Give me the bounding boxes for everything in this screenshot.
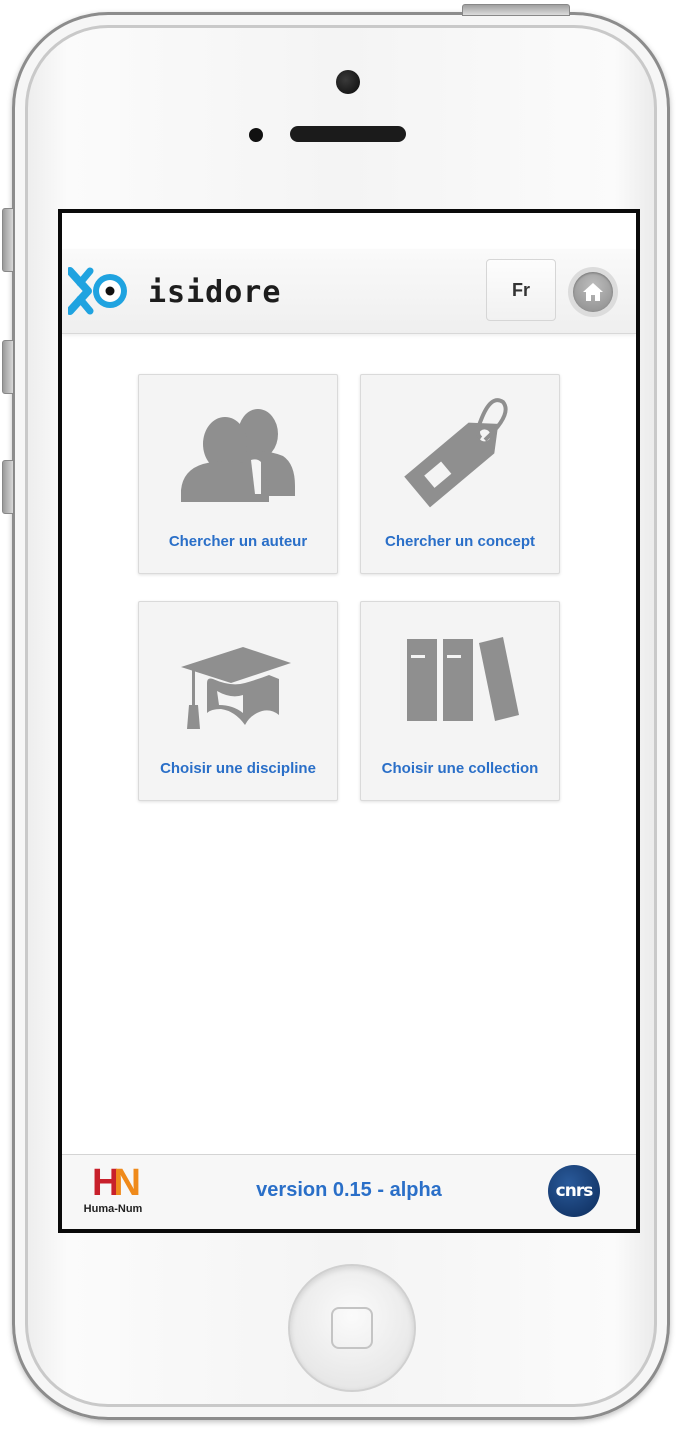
tag-icon [404, 398, 508, 508]
app-header: isidore Fr [62, 249, 636, 334]
app-viewport: isidore Fr Chercher un auteur Chercher u… [62, 213, 636, 1229]
status-bar [62, 213, 636, 249]
home-button-square-icon [331, 1307, 373, 1349]
choose-discipline-tile[interactable]: Choisir une discipline [138, 601, 338, 801]
search-author-label: Chercher un auteur [168, 533, 308, 550]
mute-switch [2, 208, 14, 272]
volume-up-button [2, 340, 14, 394]
cnrs-logo[interactable]: cnrs [548, 1165, 600, 1217]
isidore-logo-icon[interactable] [68, 267, 132, 315]
home-icon [583, 283, 603, 301]
app-title: isidore [148, 275, 282, 310]
search-concept-label: Chercher un concept [384, 533, 536, 550]
earpiece-speaker [290, 126, 406, 142]
search-concept-tile[interactable]: Chercher un concept [360, 374, 560, 574]
power-button [462, 4, 570, 16]
choose-discipline-label: Choisir une discipline [160, 760, 316, 777]
phone-screen: isidore Fr Chercher un auteur Chercher u… [58, 209, 640, 1233]
proximity-sensor [249, 128, 263, 142]
search-author-tile[interactable]: Chercher un auteur [138, 374, 338, 574]
hardware-home-button[interactable] [288, 1264, 416, 1392]
home-button[interactable] [568, 267, 618, 317]
choose-collection-label: Choisir une collection [381, 760, 539, 777]
front-camera [336, 70, 360, 94]
choose-collection-tile[interactable]: Choisir une collection [360, 601, 560, 801]
books-icon [407, 637, 519, 721]
language-button[interactable]: Fr [486, 259, 556, 321]
users-icon [181, 409, 295, 502]
huma-num-text: Huma-Num [83, 1203, 143, 1215]
app-footer: HN Huma-Num version 0.15 - alpha cnrs [62, 1154, 636, 1229]
volume-down-button [2, 460, 14, 514]
graduation-cap-icon [181, 647, 291, 729]
